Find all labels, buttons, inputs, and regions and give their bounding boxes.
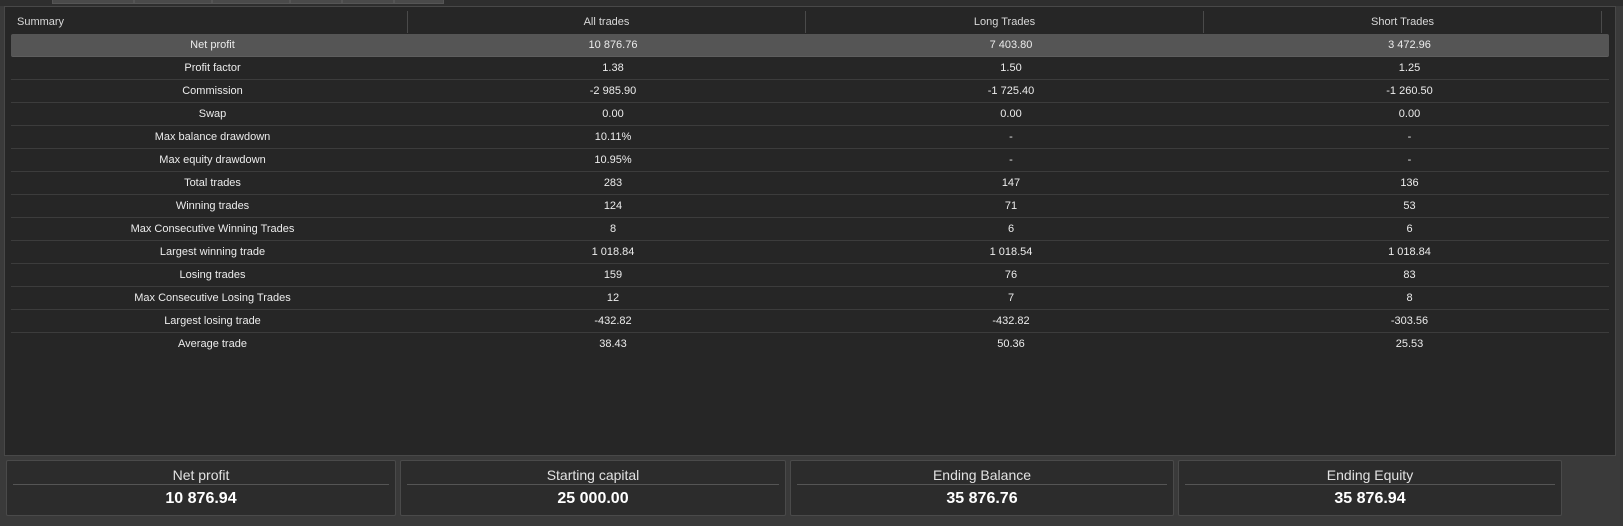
table-row[interactable]: Largest winning trade 1 018.84 1 018.54 … <box>11 241 1609 264</box>
card-value: 35 876.76 <box>946 490 1018 507</box>
all-trades-value: 0.00 <box>602 108 624 120</box>
row-label: Commission <box>182 85 243 97</box>
table-row[interactable]: Max Consecutive Losing Trades 12 7 8 <box>11 287 1609 310</box>
all-trades-value: 10.95% <box>594 154 632 166</box>
row-label: Max balance drawdown <box>154 131 271 143</box>
long-trades-value: 6 <box>1007 223 1015 235</box>
short-trades-value: - <box>1407 154 1412 166</box>
table-row[interactable]: Max Consecutive Winning Trades 8 6 6 <box>11 218 1609 241</box>
long-trades-value: - <box>1009 131 1013 143</box>
net-profit-card: Net profit 10 876.94 <box>6 460 396 516</box>
row-label: Profit factor <box>184 62 241 74</box>
table-header: Summary All trades Long Trades Short Tra… <box>9 11 1609 33</box>
long-trades-value: 50.36 <box>997 338 1025 350</box>
table-row[interactable]: Max equity drawdown 10.95% - - <box>11 149 1609 172</box>
all-trades-value: 8 <box>609 223 617 235</box>
all-trades-value: 1.38 <box>602 62 624 74</box>
short-trades-value: 8 <box>1406 292 1413 304</box>
all-trades-value: 124 <box>603 200 623 212</box>
row-label: Largest winning trade <box>159 246 266 258</box>
long-trades-value: 76 <box>1004 269 1018 281</box>
row-label: Total trades <box>184 177 241 189</box>
row-label: Swap <box>198 108 227 120</box>
all-trades-value: 10.11% <box>594 131 632 143</box>
short-trades-value: 53 <box>1403 200 1416 212</box>
table-row[interactable]: Winning trades 124 71 53 <box>11 195 1609 218</box>
long-trades-value: 1.50 <box>1000 62 1022 74</box>
short-trades-value: 0.00 <box>1398 108 1421 120</box>
long-trades-value: 0.00 <box>1000 108 1022 120</box>
short-trades-value: - <box>1407 131 1412 143</box>
all-trades-value: 38.43 <box>599 338 627 350</box>
card-value: 10 876.94 <box>165 490 237 507</box>
row-label: Max equity drawdown <box>159 154 266 166</box>
column-header-long-trades[interactable]: Long Trades <box>806 11 1204 33</box>
all-trades-value: 12 <box>606 292 620 304</box>
row-label: Max Consecutive Losing Trades <box>134 292 291 304</box>
tab-4[interactable] <box>290 0 342 4</box>
card-title: Net profit <box>13 465 389 485</box>
long-trades-value: 147 <box>1001 177 1021 189</box>
table-row[interactable]: Profit factor 1.38 1.50 1.25 <box>11 57 1609 80</box>
card-value: 25 000.00 <box>557 490 629 507</box>
table-row[interactable]: Commission -2 985.90 -1 725.40 -1 260.50 <box>11 80 1609 103</box>
table-row[interactable]: Swap 0.00 0.00 0.00 <box>11 103 1609 126</box>
short-trades-value: -1 260.50 <box>1386 85 1433 97</box>
tab-3[interactable] <box>212 0 290 4</box>
table-row[interactable]: Net profit 10 876.76 7 403.80 3 472.96 <box>11 34 1609 57</box>
short-trades-value: 3 472.96 <box>1388 39 1431 51</box>
row-label: Average trade <box>178 338 247 350</box>
long-trades-value: 7 <box>1007 292 1015 304</box>
card-title: Ending Equity <box>1185 465 1555 485</box>
long-trades-value: 1 018.54 <box>989 246 1033 258</box>
all-trades-value: 159 <box>603 269 623 281</box>
card-title: Ending Balance <box>797 465 1167 485</box>
row-label: Losing trades <box>179 269 246 281</box>
column-header-short-trades[interactable]: Short Trades <box>1204 11 1602 33</box>
short-trades-value: 1.25 <box>1398 62 1421 74</box>
long-trades-value: -432.82 <box>992 315 1030 327</box>
tab-6[interactable] <box>394 0 444 4</box>
ending-equity-card: Ending Equity 35 876.94 <box>1178 460 1562 516</box>
row-label: Largest losing trade <box>164 315 261 327</box>
row-label: Net profit <box>190 39 235 51</box>
short-trades-value: 25.53 <box>1395 338 1424 350</box>
short-trades-value: 1 018.84 <box>1388 246 1431 258</box>
all-trades-value: -2 985.90 <box>589 85 637 97</box>
tab-2[interactable] <box>134 0 212 4</box>
card-title: Starting capital <box>407 465 779 485</box>
long-trades-value: -1 725.40 <box>987 85 1035 97</box>
all-trades-value: 1 018.84 <box>591 246 635 258</box>
table-row[interactable]: Max balance drawdown 10.11% - - <box>11 126 1609 149</box>
starting-capital-card: Starting capital 25 000.00 <box>400 460 786 516</box>
long-trades-value: - <box>1009 154 1013 166</box>
table-body: Net profit 10 876.76 7 403.80 3 472.96 P… <box>11 34 1609 356</box>
table-row[interactable]: Largest losing trade -432.82 -432.82 -30… <box>11 310 1609 333</box>
tab-5[interactable] <box>342 0 394 4</box>
all-trades-value: 283 <box>603 177 623 189</box>
short-trades-value: -303.56 <box>1390 315 1429 327</box>
short-trades-value: 83 <box>1403 269 1416 281</box>
card-value: 35 876.94 <box>1334 490 1406 507</box>
ending-balance-card: Ending Balance 35 876.76 <box>790 460 1174 516</box>
tab-1[interactable] <box>52 0 134 4</box>
all-trades-value: -432.82 <box>594 315 632 327</box>
table-row[interactable]: Total trades 283 147 136 <box>11 172 1609 195</box>
long-trades-value: 7 403.80 <box>989 39 1033 51</box>
table-row[interactable]: Average trade 38.43 50.36 25.53 <box>11 333 1609 356</box>
summary-cards: Net profit 10 876.94 Starting capital 25… <box>4 460 1616 518</box>
column-header-all-trades[interactable]: All trades <box>408 11 806 33</box>
short-trades-value: 6 <box>1406 223 1413 235</box>
long-trades-value: 71 <box>1004 200 1018 212</box>
row-label: Winning trades <box>175 200 250 212</box>
summary-table-panel: Summary All trades Long Trades Short Tra… <box>4 6 1616 456</box>
column-header-summary[interactable]: Summary <box>9 11 408 33</box>
all-trades-value: 10 876.76 <box>588 39 638 51</box>
short-trades-value: 136 <box>1400 177 1419 189</box>
table-row[interactable]: Losing trades 159 76 83 <box>11 264 1609 287</box>
row-label: Max Consecutive Winning Trades <box>130 223 295 235</box>
